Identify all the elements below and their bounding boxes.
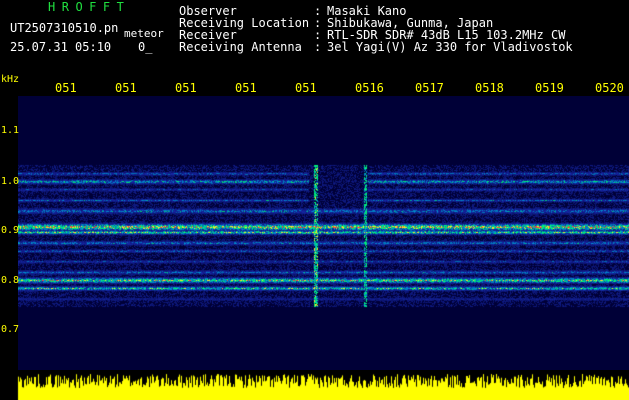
spectrogram-canvas <box>18 96 629 400</box>
app-title: HROFFT <box>48 0 131 14</box>
filename: UT2507310510.pn <box>10 21 119 35</box>
antenna-colon: : <box>314 40 322 54</box>
time-tick-label: 051 <box>55 81 77 95</box>
frequency-tick-label: 1.0 <box>1 176 20 187</box>
time-tick-label: 0519 <box>535 81 564 95</box>
time-tick-label: 0518 <box>475 81 504 95</box>
hrofft-window: HROFFT UT2507310510.pn meteor 25.07.31 0… <box>0 0 629 400</box>
y-axis-unit-label: kHz <box>1 74 20 85</box>
time-tick-label: 051 <box>235 81 257 95</box>
time-tick-label: 051 <box>175 81 197 95</box>
meteor-label: meteor <box>124 27 164 40</box>
extra-label: 0_ <box>138 40 153 54</box>
frequency-tick-label: 1.1 <box>1 125 20 136</box>
time-tick-label: 0517 <box>415 81 444 95</box>
time-tick-label: 0520 <box>595 81 624 95</box>
frequency-tick-label: 0.7 <box>1 324 20 335</box>
time-tick-label: 051 <box>115 81 137 95</box>
timestamp: 25.07.31 05:10 <box>10 40 112 54</box>
antenna-value: 3el Yagi(V) Az 330 for Vladivostok <box>327 40 573 54</box>
frequency-tick-label: 0.9 <box>1 225 20 236</box>
time-tick-label: 051 <box>295 81 317 95</box>
amplitude-bar <box>0 370 629 400</box>
frequency-tick-label: 0.8 <box>1 275 20 286</box>
antenna-label: Receiving Antenna <box>179 40 302 54</box>
time-tick-label: 0516 <box>355 81 384 95</box>
spectrogram-plot <box>18 96 629 400</box>
